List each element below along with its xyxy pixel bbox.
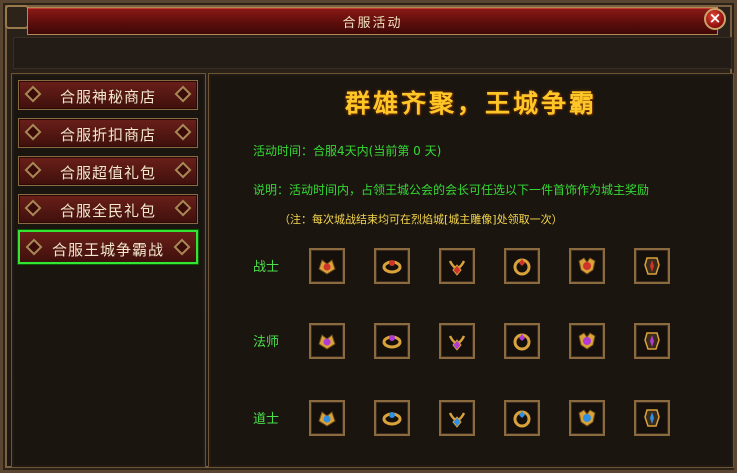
reward-item-slot[interactable] bbox=[439, 323, 475, 359]
reward-item-slot[interactable] bbox=[374, 248, 410, 284]
ring-icon bbox=[513, 258, 531, 276]
reward-item-slot[interactable] bbox=[634, 248, 670, 284]
reward-item-slot[interactable] bbox=[439, 248, 475, 284]
sidebar-item-label: 合服神秘商店 bbox=[59, 88, 156, 106]
sidebar-item-label: 合服超值礼包 bbox=[59, 164, 156, 182]
helmet-icon bbox=[318, 334, 336, 350]
bracelet-icon bbox=[382, 335, 402, 349]
title-bar: 合服活动 bbox=[27, 7, 718, 35]
event-note: （注：每次城战结束均可在烈焰城[城主雕像]处领取一次） bbox=[279, 213, 563, 226]
close-icon[interactable]: × bbox=[704, 8, 726, 30]
armor-icon bbox=[644, 409, 660, 427]
sidebar-item-label: 合服折扣商店 bbox=[59, 126, 156, 144]
necklace-icon bbox=[448, 335, 466, 351]
row-label-taoist: 道士 bbox=[253, 412, 280, 427]
armor-icon bbox=[644, 332, 660, 350]
event-headline: 群雄齐聚，王城争霸 bbox=[344, 89, 597, 118]
reward-item-slot[interactable] bbox=[309, 323, 345, 359]
sidebar-item-castle-war[interactable]: 合服王城争霸战 bbox=[18, 230, 198, 264]
reward-item-slot[interactable] bbox=[504, 248, 540, 284]
event-time: 活动时间：合服4天内(当前第 0 天) bbox=[253, 144, 442, 158]
bracelet-icon bbox=[382, 412, 402, 426]
reward-item-slot[interactable] bbox=[309, 400, 345, 436]
necklace-icon bbox=[448, 260, 466, 276]
window-title: 合服活动 bbox=[342, 16, 403, 31]
reward-item-slot[interactable] bbox=[504, 400, 540, 436]
main-panel: 群雄齐聚，王城争霸 活动时间：合服4天内(当前第 0 天) 说明：活动时间内，占… bbox=[208, 73, 734, 468]
sidebar-item-label: 合服王城争霸战 bbox=[51, 241, 164, 259]
armor-icon bbox=[644, 257, 660, 275]
medal-icon bbox=[578, 332, 596, 350]
medal-icon bbox=[578, 257, 596, 275]
ring-icon bbox=[513, 410, 531, 428]
sidebar: 合服神秘商店 合服折扣商店 合服超值礼包 合服全民礼包 合服王城争霸战 bbox=[11, 73, 206, 468]
top-band bbox=[13, 37, 732, 69]
sidebar-item-label: 合服全民礼包 bbox=[59, 202, 156, 220]
reward-item-slot[interactable] bbox=[634, 323, 670, 359]
sidebar-item-all-players-pack[interactable]: 合服全民礼包 bbox=[18, 194, 198, 224]
activity-window: 合服活动 × 合服神秘商店 合服折扣商店 合服超值礼包 合服全民礼包 合服王城争… bbox=[0, 0, 737, 473]
reward-item-slot[interactable] bbox=[634, 400, 670, 436]
sidebar-item-mystery-shop[interactable]: 合服神秘商店 bbox=[18, 80, 198, 110]
reward-item-slot[interactable] bbox=[569, 248, 605, 284]
event-description: 说明：活动时间内，占领王城公会的会长可任选以下一件首饰作为城主奖励 bbox=[253, 183, 650, 197]
ring-icon bbox=[513, 333, 531, 351]
sidebar-item-value-pack[interactable]: 合服超值礼包 bbox=[18, 156, 198, 186]
frame-corner-ornament bbox=[5, 5, 29, 29]
row-label-warrior: 战士 bbox=[253, 260, 280, 275]
helmet-icon bbox=[318, 259, 336, 275]
helmet-icon bbox=[318, 411, 336, 427]
medal-icon bbox=[578, 409, 596, 427]
bracelet-icon bbox=[382, 260, 402, 274]
reward-item-slot[interactable] bbox=[439, 400, 475, 436]
reward-item-slot[interactable] bbox=[374, 400, 410, 436]
reward-item-slot[interactable] bbox=[309, 248, 345, 284]
reward-item-slot[interactable] bbox=[569, 323, 605, 359]
necklace-icon bbox=[448, 412, 466, 428]
reward-item-slot[interactable] bbox=[374, 323, 410, 359]
sidebar-item-discount-shop[interactable]: 合服折扣商店 bbox=[18, 118, 198, 148]
reward-item-slot[interactable] bbox=[504, 323, 540, 359]
row-label-mage: 法师 bbox=[253, 335, 280, 350]
reward-item-slot[interactable] bbox=[569, 400, 605, 436]
